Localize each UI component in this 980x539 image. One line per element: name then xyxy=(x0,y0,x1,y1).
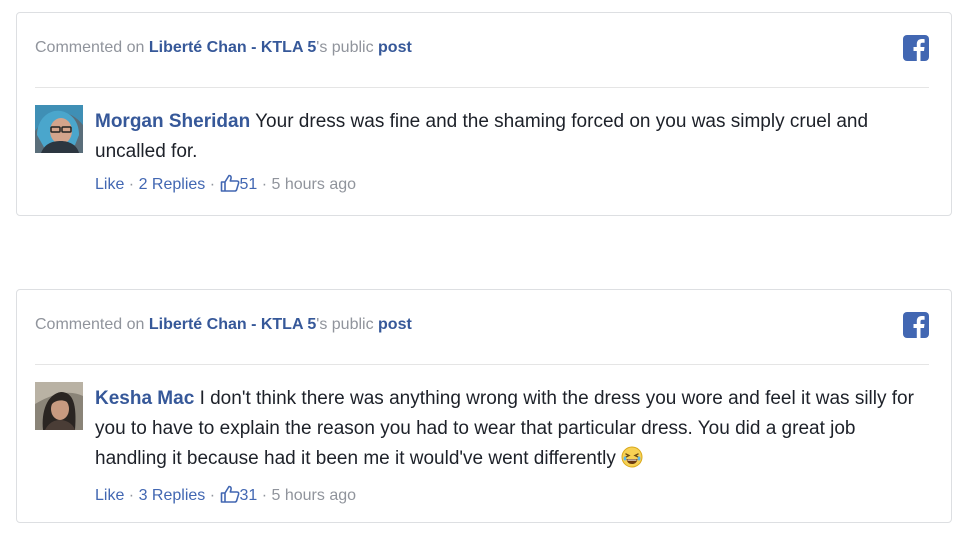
commented-on-label: Commented on xyxy=(35,316,149,333)
facebook-icon[interactable] xyxy=(903,35,929,61)
like-link[interactable]: Like xyxy=(95,487,124,504)
like-count[interactable]: 51 xyxy=(240,176,258,193)
comment-text-block: Kesha Mac I don't think there was anythi… xyxy=(95,384,921,478)
page-name-link[interactable]: Liberté Chan - KTLA 5 xyxy=(149,316,316,333)
separator: · xyxy=(205,487,220,504)
public-label: 's public xyxy=(316,316,379,333)
separator: · xyxy=(124,176,139,193)
separator: · xyxy=(257,487,272,504)
timestamp[interactable]: 5 hours ago xyxy=(272,487,357,504)
timestamp[interactable]: 5 hours ago xyxy=(272,176,357,193)
card-header: Commented on Liberté Chan - KTLA 5's pub… xyxy=(35,13,929,88)
commented-on-line: Commented on Liberté Chan - KTLA 5's pub… xyxy=(35,39,412,57)
replies-link[interactable]: 2 Replies xyxy=(139,176,206,193)
like-count[interactable]: 31 xyxy=(240,487,258,504)
page-name-link[interactable]: Liberté Chan - KTLA 5 xyxy=(149,39,316,56)
avatar[interactable] xyxy=(35,105,83,153)
comment-text-block: Morgan Sheridan Your dress was fine and … xyxy=(95,107,921,167)
avatar[interactable] xyxy=(35,382,83,430)
commented-on-label: Commented on xyxy=(35,39,149,56)
comment-text: I don't think there was anything wrong w… xyxy=(95,388,914,469)
comment-card: Commented on Liberté Chan - KTLA 5's pub… xyxy=(16,289,952,523)
comment-body: Kesha Mac I don't think there was anythi… xyxy=(95,384,921,511)
public-label: 's public xyxy=(316,39,379,56)
comment-author-link[interactable]: Kesha Mac xyxy=(95,388,194,409)
card-header: Commented on Liberté Chan - KTLA 5's pub… xyxy=(35,290,929,365)
separator: · xyxy=(257,176,272,193)
comment-card: Commented on Liberté Chan - KTLA 5's pub… xyxy=(16,12,952,216)
facebook-icon[interactable] xyxy=(903,312,929,338)
like-link[interactable]: Like xyxy=(95,176,124,193)
comment-author-link[interactable]: Morgan Sheridan xyxy=(95,111,250,132)
laughing-emoji-icon xyxy=(621,446,643,478)
post-link[interactable]: post xyxy=(378,39,412,56)
replies-link[interactable]: 3 Replies xyxy=(139,487,206,504)
commented-on-line: Commented on Liberté Chan - KTLA 5's pub… xyxy=(35,316,412,334)
separator: · xyxy=(124,487,139,504)
comment-body: Morgan Sheridan Your dress was fine and … xyxy=(95,107,921,200)
thumbs-up-icon xyxy=(220,174,240,200)
post-link[interactable]: post xyxy=(378,316,412,333)
comment-actions: Like · 3 Replies · 31 · 5 hours ago xyxy=(95,484,921,511)
thumbs-up-icon xyxy=(220,485,240,511)
comment-actions: Like · 2 Replies · 51 · 5 hours ago xyxy=(95,173,921,200)
separator: · xyxy=(205,176,220,193)
